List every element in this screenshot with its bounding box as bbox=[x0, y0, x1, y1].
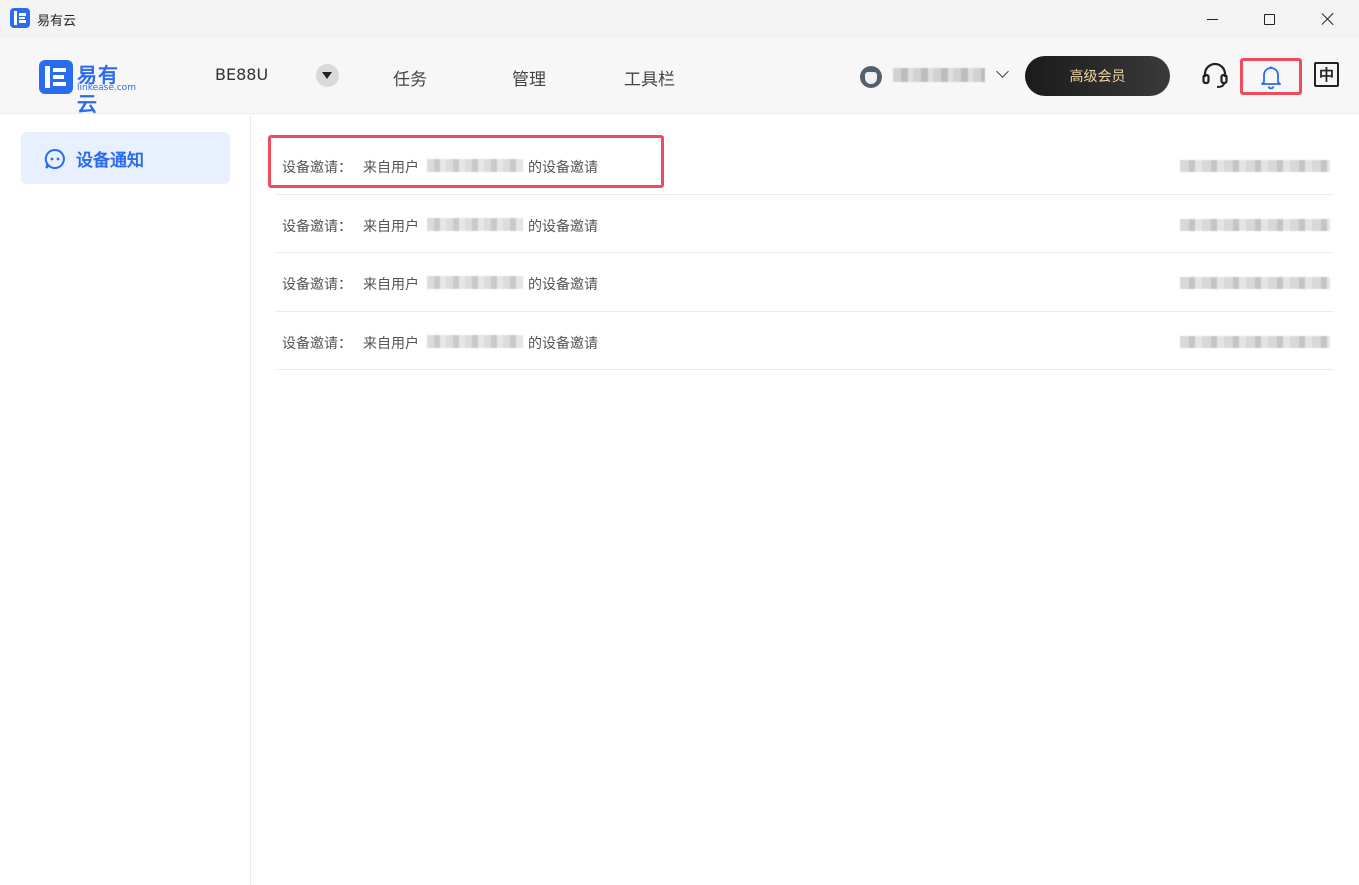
window-title: 易有云 bbox=[37, 14, 77, 29]
close-button[interactable] bbox=[1303, 0, 1353, 38]
maximize-icon bbox=[1263, 13, 1275, 25]
list-item[interactable]: 设备邀请： 来自用户 xxxxxxxxxx 的设备邀请 redacted bbox=[275, 195, 1334, 253]
chat-bubble-icon bbox=[44, 148, 65, 169]
notification-type: 设备邀请： bbox=[282, 335, 352, 352]
maximize-button[interactable] bbox=[1244, 0, 1294, 38]
chevron-down-icon[interactable] bbox=[996, 65, 1009, 78]
headset-support-icon[interactable] bbox=[1202, 62, 1228, 90]
title-bar: 易有云 bbox=[0, 0, 1359, 38]
sidebar-item-device-notifications[interactable]: 设备通知 bbox=[21, 132, 230, 184]
username-redacted[interactable]: redacted-username bbox=[893, 68, 985, 82]
nav-manage[interactable]: 管理 bbox=[512, 65, 546, 90]
notification-type: 设备邀请： bbox=[282, 218, 352, 235]
minimize-icon bbox=[1206, 18, 1218, 20]
language-toggle-button[interactable]: 中 bbox=[1314, 62, 1339, 87]
notification-time-redacted: redacted bbox=[1180, 335, 1330, 348]
brand-logo[interactable]: 易有云 linkease.com bbox=[39, 60, 139, 116]
bell-icon bbox=[1261, 66, 1281, 89]
device-name[interactable]: BE88U bbox=[215, 65, 268, 84]
notifications-button[interactable] bbox=[1240, 58, 1302, 95]
notification-suffix: 的设备邀请 bbox=[528, 277, 598, 293]
nav-toolbar[interactable]: 工具栏 bbox=[624, 65, 675, 90]
notification-suffix: 的设备邀请 bbox=[528, 335, 598, 352]
notification-user-redacted: xxxxxxxxxx bbox=[427, 217, 523, 231]
notification-time-redacted: redacted bbox=[1180, 218, 1330, 231]
notification-type: 设备邀请： bbox=[282, 277, 352, 293]
notification-text: 来自用户 bbox=[363, 277, 419, 293]
list-item[interactable]: 设备邀请： 来自用户 1xxxxxxxxx0 的设备邀请 redacted bbox=[275, 253, 1334, 312]
premium-member-button[interactable]: 高级会员 bbox=[1025, 56, 1170, 96]
notification-suffix: 的设备邀请 bbox=[528, 218, 598, 235]
minimize-button[interactable] bbox=[1187, 0, 1237, 38]
user-avatar[interactable] bbox=[860, 66, 882, 88]
sidebar-item-label: 设备通知 bbox=[76, 151, 144, 171]
highlight-annotation bbox=[268, 135, 664, 188]
notification-user-redacted: 1xxxxxxxxx0 bbox=[427, 276, 523, 289]
notification-time-redacted: redacted bbox=[1180, 277, 1330, 289]
notification-time-redacted: redacted bbox=[1180, 160, 1330, 172]
notification-text: 来自用户 bbox=[363, 218, 419, 235]
app-logo-icon bbox=[10, 8, 30, 28]
nav-tasks[interactable]: 任务 bbox=[393, 65, 427, 90]
close-icon bbox=[1321, 12, 1335, 26]
device-dropdown-icon[interactable] bbox=[316, 64, 339, 87]
app-header: 易有云 linkease.com BE88U 任务 管理 工具栏 redacte… bbox=[0, 38, 1359, 116]
brand-logo-icon bbox=[39, 60, 73, 94]
brand-domain: linkease.com bbox=[77, 83, 136, 93]
notification-text: 来自用户 bbox=[363, 335, 419, 352]
sidebar: 设备通知 bbox=[0, 115, 251, 885]
notification-user-redacted: xxxxxxxxxx bbox=[427, 334, 523, 348]
list-item[interactable]: 设备邀请： 来自用户 xxxxxxxxxx 的设备邀请 redacted bbox=[275, 312, 1334, 370]
